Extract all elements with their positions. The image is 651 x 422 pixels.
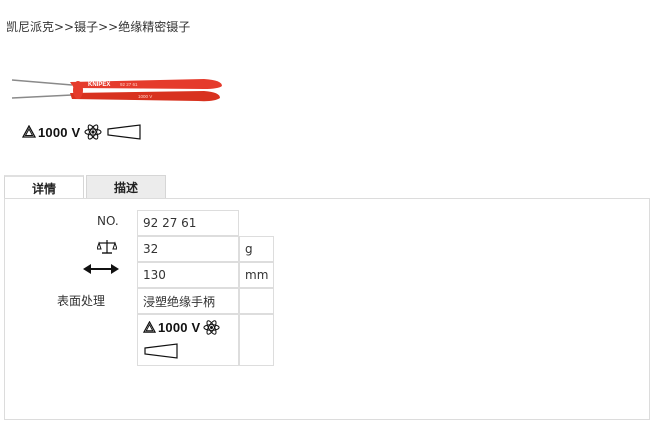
finish-extra-cell bbox=[239, 288, 274, 314]
tab-description[interactable]: 描述 bbox=[86, 175, 166, 199]
certification-extra-cell bbox=[239, 314, 274, 366]
certification-cell: 1000 V bbox=[137, 314, 239, 366]
brand-print: KNIPEX bbox=[88, 82, 110, 88]
tip-shape-icon bbox=[143, 343, 179, 359]
voltage-print: 1000 V bbox=[138, 94, 152, 99]
details-panel: NO. 92 27 61 32 g 130 mm 表面处理 浸塑绝缘手柄 100… bbox=[4, 198, 650, 420]
breadcrumb: 凯尼派克>>镊子>>绝缘精密镊子 bbox=[6, 20, 191, 34]
weight-unit-cell: g bbox=[239, 236, 274, 262]
weight-value-cell: 32 bbox=[137, 236, 239, 262]
voltage-rating: 1000 V bbox=[38, 124, 81, 140]
no-label: NO. bbox=[97, 214, 119, 228]
no-value-cell: 92 27 61 bbox=[137, 210, 239, 236]
tab-bar: 详情 描述 bbox=[4, 175, 168, 199]
scale-icon bbox=[97, 239, 117, 255]
certification-row: 1000 V bbox=[22, 122, 142, 142]
atom-icon bbox=[203, 319, 220, 336]
model-print: 92 27 61 bbox=[120, 82, 138, 87]
length-arrow-icon bbox=[83, 262, 119, 276]
length-value-cell: 130 bbox=[137, 262, 239, 288]
finish-label: 表面处理 bbox=[57, 294, 106, 308]
tab-details[interactable]: 详情 bbox=[4, 175, 84, 199]
tip-shape-icon bbox=[106, 124, 142, 140]
length-unit-cell: mm bbox=[239, 262, 274, 288]
cert-voltage: 1000 V bbox=[158, 319, 201, 335]
insulation-triangle-icon bbox=[22, 125, 36, 139]
product-image: KNIPEX 92 27 61 1000 V bbox=[8, 74, 228, 110]
insulation-triangle-icon bbox=[143, 320, 156, 334]
finish-value-cell: 浸塑绝缘手柄 bbox=[137, 288, 239, 314]
atom-icon bbox=[84, 123, 102, 141]
